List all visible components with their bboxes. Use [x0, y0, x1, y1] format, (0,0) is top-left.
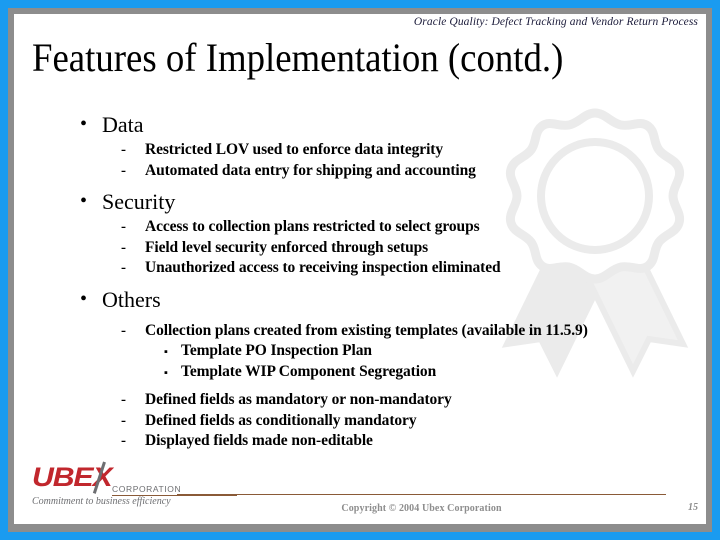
bullet-marker-icon: •: [80, 287, 88, 310]
bullet-item-level-2: - Field level security enforced through s…: [14, 238, 706, 259]
bullet-item-level-3: ▪ Template PO Inspection Plan: [14, 341, 706, 362]
bullet-text: Defined fields as mandatory or non-manda…: [145, 391, 452, 408]
bullet-marker-icon: -: [121, 142, 126, 158]
bullet-text: Displayed fields made non-editable: [145, 432, 373, 449]
bullet-item-level-2: - Defined fields as conditionally mandato…: [14, 411, 706, 432]
copyright-text: Copyright © 2004 Ubex Corporation: [341, 503, 502, 514]
bullet-item-level-2: - Access to collection plans restricted t…: [14, 217, 706, 238]
bullet-text: Field level security enforced through se…: [145, 238, 429, 256]
bullet-marker-icon: -: [121, 162, 126, 179]
bullet-text: Access to collection plans restricted to…: [145, 218, 480, 235]
bullet-item-level-2: - Displayed fields made non-editable: [14, 431, 706, 452]
bullet-item-level-1: • Data: [14, 112, 706, 138]
logo-tagline: Commitment to business efficiency: [32, 496, 171, 507]
bullet-marker-icon: -: [121, 392, 126, 408]
slide-body-list: • Data - Restricted LOV used to enforce dat…: [14, 112, 706, 452]
bullet-text: Data: [102, 112, 144, 137]
bullet-item-level-1: • Others: [14, 287, 706, 313]
bullet-item-level-3: ▪ Template WIP Component Segregation: [14, 362, 706, 383]
bullet-marker-icon: -: [121, 412, 126, 429]
bullet-marker-icon: ▪: [164, 366, 168, 379]
bullet-text: Defined fields as conditionally mandator…: [145, 411, 417, 429]
bullet-item-level-1: • Security: [14, 189, 706, 215]
bullet-marker-icon: -: [121, 260, 126, 276]
bullet-item-level-2: - Restricted LOV used to enforce data int…: [14, 140, 706, 161]
slide-canvas: Oracle Quality: Defect Tracking and Vend…: [14, 14, 706, 524]
presentation-slide: Oracle Quality: Defect Tracking and Vend…: [0, 0, 720, 540]
logo-corporation-text: CORPORATION: [112, 484, 182, 494]
bullet-item-level-2: - Collection plans created from existing …: [14, 321, 706, 342]
bullet-marker-icon: -: [121, 219, 126, 235]
bullet-text: Template WIP Component Segregation: [181, 362, 437, 380]
slide-footer: UBEX CORPORATION Commitment to business …: [14, 461, 706, 524]
bullet-text: Template PO Inspection Plan: [181, 342, 372, 359]
page-title: Features of Implementation (contd.): [32, 35, 564, 80]
bullet-item-level-2: - Automated data entry for shipping and a…: [14, 161, 706, 182]
bullet-text: Restricted LOV used to enforce data inte…: [145, 141, 443, 158]
bullet-text: Unauthorized access to receiving inspect…: [145, 259, 501, 276]
bullet-marker-icon: •: [80, 190, 88, 212]
bullet-marker-icon: -: [121, 239, 126, 256]
page-number: 15: [688, 502, 698, 513]
bullet-marker-icon: -: [121, 322, 126, 339]
ubex-logo: UBEX CORPORATION Commitment to business …: [32, 461, 237, 508]
bullet-text: Security: [102, 189, 176, 214]
bullet-marker-icon: ▪: [164, 346, 168, 358]
bullet-text: Others: [102, 286, 161, 312]
bullet-item-level-2: - Unauthorized access to receiving inspec…: [14, 258, 706, 279]
slide-inner-frame: Oracle Quality: Defect Tracking and Vend…: [8, 8, 712, 532]
bullet-text: Collection plans created from existing t…: [145, 321, 588, 339]
bullet-marker-icon: -: [121, 433, 126, 449]
slide-header-text: Oracle Quality: Defect Tracking and Vend…: [413, 16, 698, 28]
bullet-marker-icon: •: [80, 113, 88, 135]
bullet-text: Automated data entry for shipping and ac…: [145, 161, 476, 179]
bullet-item-level-2: - Defined fields as mandatory or non-mand…: [14, 390, 706, 411]
footer-divider: [177, 493, 666, 495]
